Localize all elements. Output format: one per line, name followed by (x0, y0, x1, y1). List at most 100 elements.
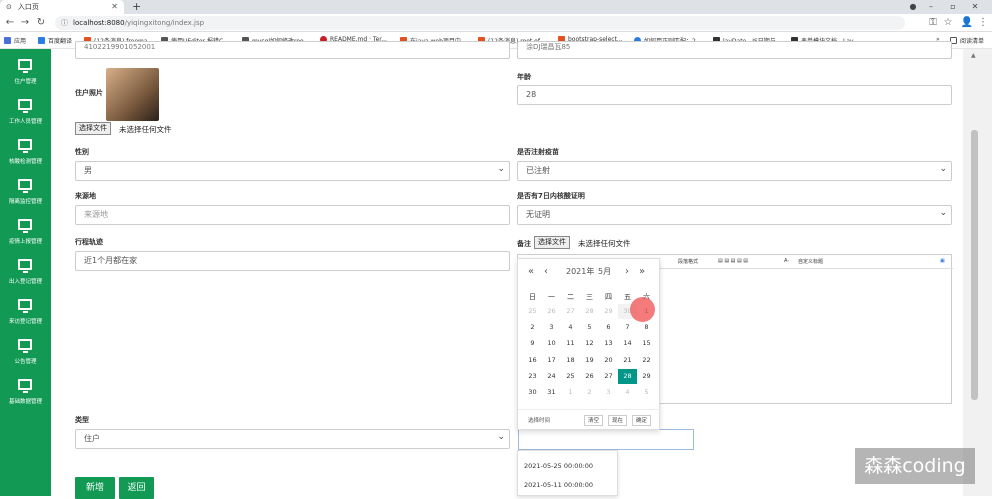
sidebar-item-nucleic-test[interactable]: 核酸检测管理 (0, 133, 51, 173)
calendar-month[interactable]: 5月 (598, 266, 611, 277)
calendar-day[interactable]: 8 (637, 320, 656, 335)
datetime-option[interactable]: 2021-05-25 00:00:00 (524, 462, 593, 470)
calendar-day[interactable]: 13 (599, 336, 618, 351)
calendar-day[interactable]: 12 (580, 336, 599, 351)
calendar-day[interactable]: 30 (523, 385, 542, 400)
click-indicator (630, 297, 655, 322)
align-icons[interactable]: ▤ ▤ ▤ ▤ ▤ (718, 258, 748, 264)
calendar-day[interactable]: 29 (599, 304, 618, 319)
sidebar-item-basic-data[interactable]: 基础数据管理 (0, 373, 51, 413)
confirm-button[interactable]: 确定 (632, 415, 652, 426)
calendar-day[interactable]: 11 (561, 336, 580, 351)
photo-file-button[interactable]: 选择文件 (75, 122, 111, 135)
calendar-day[interactable]: 19 (580, 353, 599, 368)
new-tab-icon[interactable]: + (132, 0, 141, 13)
note-file-button[interactable]: 选择文件 (534, 236, 570, 249)
calendar-day[interactable]: 3 (542, 320, 561, 335)
calendar-day[interactable]: 24 (542, 369, 561, 384)
scrollbar-thumb[interactable] (971, 130, 978, 400)
calendar-day[interactable]: 14 (618, 336, 637, 351)
certificate-select[interactable]: 无证明 (517, 204, 952, 225)
next-month-icon[interactable]: › (625, 266, 629, 277)
calendar-day[interactable]: 25 (561, 369, 580, 384)
id-number-input[interactable]: 4102219901052001 (75, 41, 510, 59)
prev-month-icon[interactable]: ‹ (544, 266, 548, 277)
datetime-option[interactable]: 2021-05-11 00:00:00 (524, 481, 593, 489)
star-icon[interactable]: ☆ (941, 15, 955, 31)
calendar-day[interactable]: 9 (523, 336, 542, 351)
now-button[interactable]: 现在 (608, 415, 628, 426)
sidebar-item-residents[interactable]: 住户管理 (0, 53, 51, 93)
calendar-day[interactable]: 23 (523, 369, 542, 384)
key-icon[interactable]: ⚿ (926, 15, 940, 31)
back-icon[interactable]: ← (3, 15, 17, 31)
calendar-day[interactable]: 28 (618, 368, 637, 384)
scroll-up-icon[interactable]: ▲ (971, 52, 976, 59)
sidebar-item-notices[interactable]: 公告管理 (0, 333, 51, 373)
close-tab-icon[interactable]: ✕ (111, 2, 118, 11)
sidebar-item-isolation[interactable]: 隔离监控管理 (0, 173, 51, 213)
select-time-link[interactable]: 选择时间 (528, 416, 550, 424)
url-input[interactable]: ⓘ localhost:8080/yiqingxitong/index.jsp (55, 16, 905, 30)
custom-title-dropdown[interactable]: 自定义标题 (798, 258, 823, 265)
calendar-day[interactable]: 6 (599, 320, 618, 335)
sidebar-item-staff[interactable]: 工作人员管理 (0, 93, 51, 133)
minimize-icon[interactable]: – (922, 0, 940, 13)
calendar-day[interactable]: 4 (561, 320, 580, 335)
calendar-day[interactable]: 18 (561, 353, 580, 368)
calendar-day[interactable]: 22 (637, 353, 656, 368)
calendar-day[interactable]: 17 (542, 353, 561, 368)
forward-icon[interactable]: → (18, 15, 32, 31)
calendar-day[interactable]: 2 (580, 385, 599, 400)
sidebar-item-epidemic-report[interactable]: 疫情上报管理 (0, 213, 51, 253)
monitor-icon (18, 259, 32, 273)
reading-list[interactable]: 阅读清单 (950, 36, 984, 45)
sidebar-item-entry-exit[interactable]: 出入登记管理 (0, 253, 51, 293)
paragraph-format-dropdown[interactable]: 段落格式 (678, 258, 698, 265)
next-year-icon[interactable]: » (639, 266, 645, 277)
calendar-day[interactable]: 27 (561, 304, 580, 319)
calendar-day[interactable]: 20 (599, 353, 618, 368)
calendar-day[interactable]: 29 (637, 369, 656, 384)
maximize-icon[interactable]: ▫ (944, 0, 962, 13)
calendar-day[interactable]: 3 (599, 385, 618, 400)
calendar-day[interactable]: 27 (599, 369, 618, 384)
calendar-day[interactable]: 5 (580, 320, 599, 335)
calendar-day[interactable]: 2 (523, 320, 542, 335)
browser-tab[interactable]: ⊙ 入口页 ✕ (0, 0, 124, 14)
vaccine-select[interactable]: 已注射 (517, 160, 952, 181)
bookmark-item[interactable]: 百度翻译 (38, 36, 72, 45)
clear-button[interactable]: 清空 (584, 415, 604, 426)
age-input[interactable]: 28 (517, 85, 952, 105)
track-input[interactable]: 近1个月都在家 (75, 251, 510, 271)
calendar-day[interactable]: 10 (542, 336, 561, 351)
calendar-day[interactable]: 7 (618, 320, 637, 335)
calendar-day[interactable]: 21 (618, 353, 637, 368)
font-color-icon[interactable]: A· (784, 258, 789, 264)
origin-input[interactable]: 来源地 (75, 205, 510, 225)
calendar-day[interactable]: 25 (523, 304, 542, 319)
preview-icon[interactable]: ▣ (940, 258, 945, 264)
calendar-day[interactable]: 16 (523, 353, 542, 368)
calendar-day[interactable]: 26 (580, 369, 599, 384)
calendar-day[interactable]: 15 (637, 336, 656, 351)
account-icon[interactable]: 👤 (960, 15, 974, 31)
calendar-day[interactable]: 28 (580, 304, 599, 319)
reload-icon[interactable]: ↻ (34, 15, 48, 31)
gender-select[interactable]: 男 (75, 160, 510, 181)
datetime-input[interactable] (518, 429, 694, 450)
sidebar-item-visitors[interactable]: 来访登记管理 (0, 293, 51, 333)
window-close-icon[interactable]: ✕ (966, 0, 984, 13)
profile-icon[interactable]: ● (904, 0, 922, 13)
calendar-day[interactable]: 4 (618, 385, 637, 400)
calendar-day[interactable]: 26 (542, 304, 561, 319)
calendar-day[interactable]: 5 (637, 385, 656, 400)
calendar-year[interactable]: 2021年 (566, 266, 594, 277)
address-input[interactable]: 涂DJ瑞昌瓦85 (517, 41, 952, 59)
calendar-day[interactable]: 1 (561, 385, 580, 400)
type-select[interactable]: 住户 (75, 428, 510, 449)
calendar-day[interactable]: 31 (542, 385, 561, 400)
menu-icon[interactable]: ⋮ (976, 15, 990, 31)
prev-year-icon[interactable]: « (528, 266, 534, 277)
bookmark-apps[interactable]: 应用 (4, 36, 26, 45)
